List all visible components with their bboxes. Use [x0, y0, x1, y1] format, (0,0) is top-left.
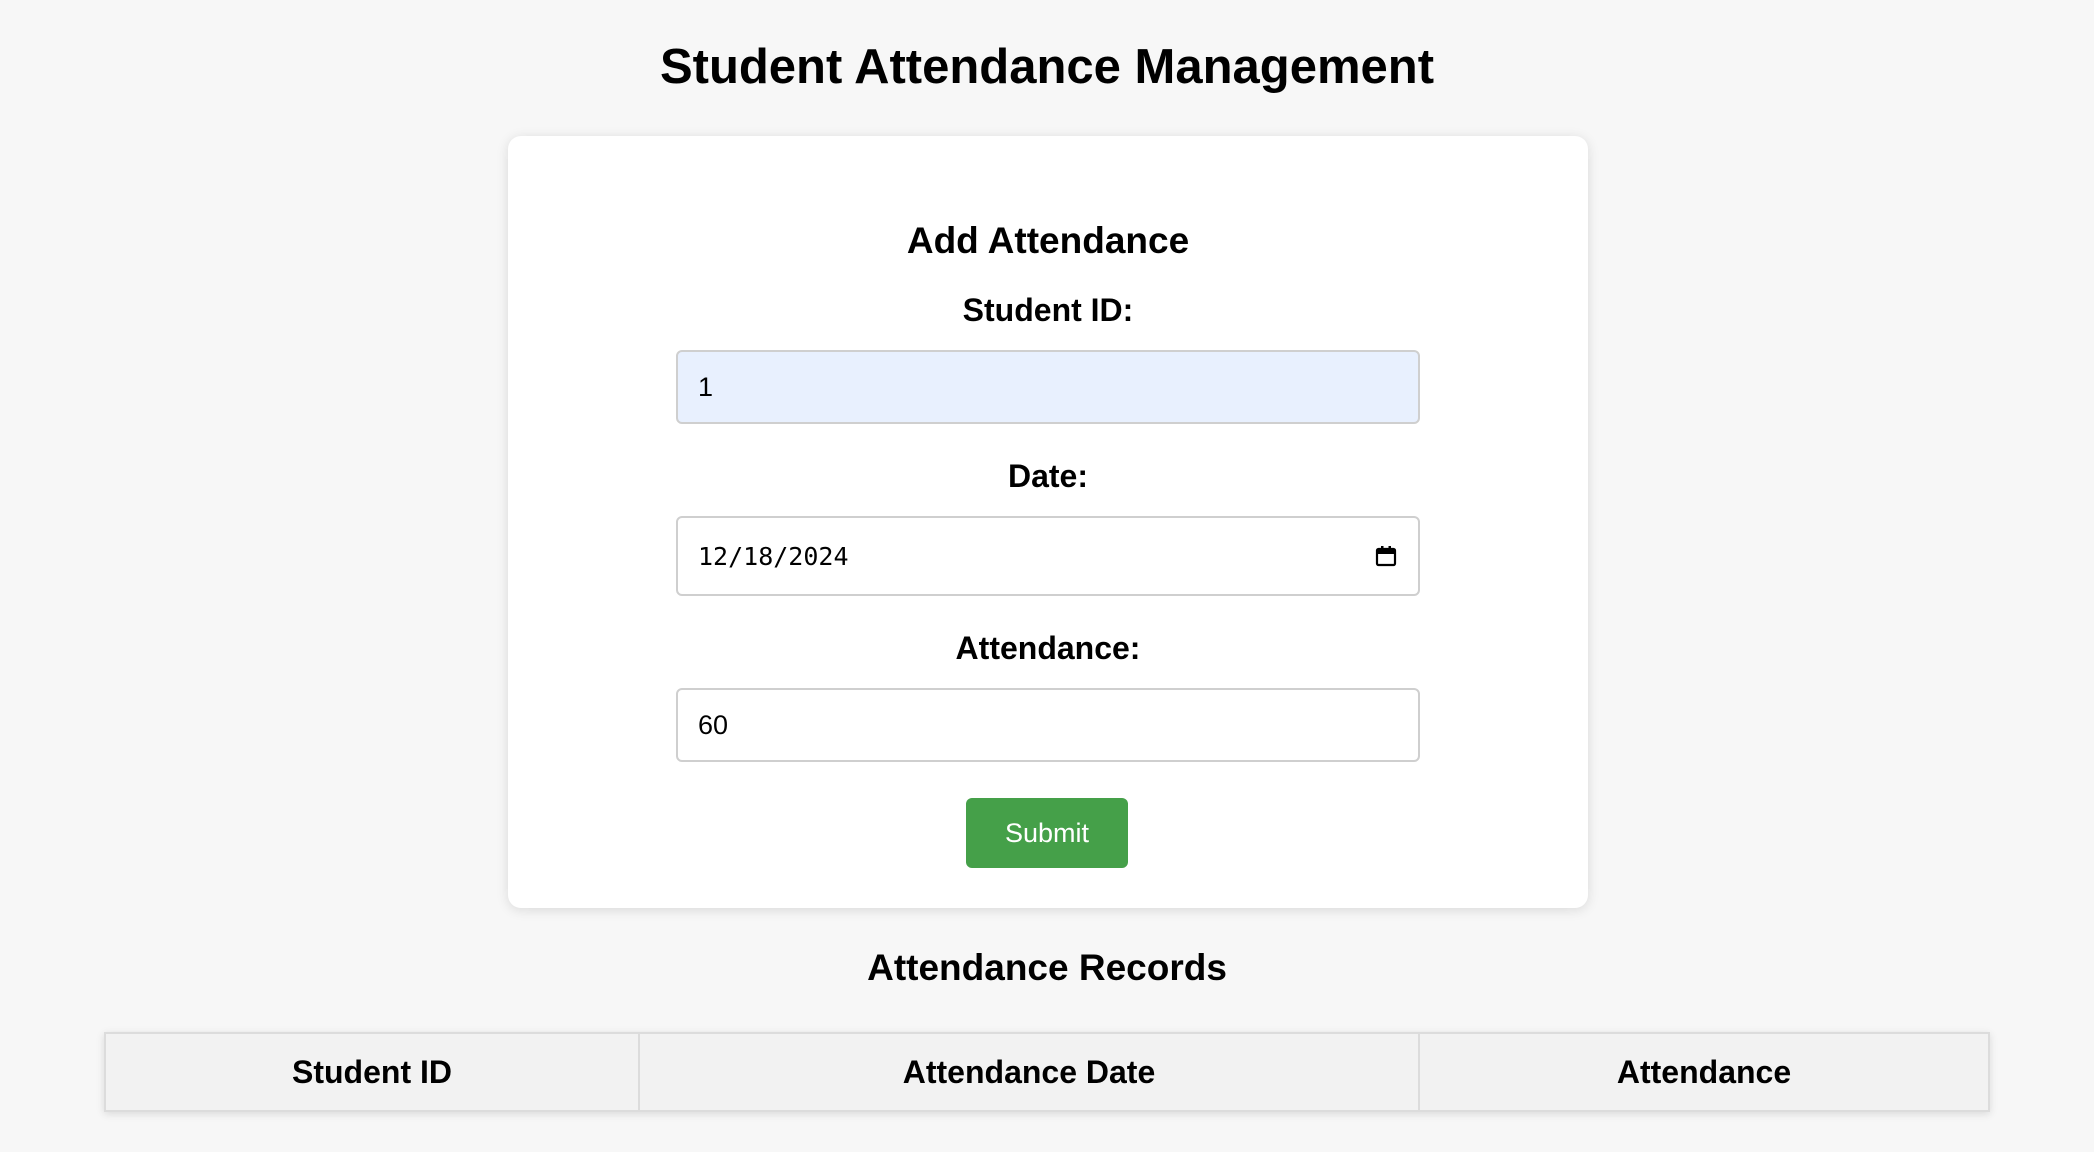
submit-button[interactable]: Submit	[966, 798, 1128, 868]
form-title: Add Attendance	[906, 220, 1190, 261]
attendance-label: Attendance:	[955, 630, 1141, 666]
column-header-attendance: Attendance	[1418, 1032, 1990, 1112]
calendar-icon[interactable]	[1374, 544, 1398, 568]
column-header-attendance-date: Attendance Date	[638, 1032, 1420, 1112]
date-value: 12/18/2024	[698, 541, 849, 571]
attendance-value: 60	[698, 709, 729, 740]
date-label: Date:	[1007, 458, 1088, 494]
attendance-records-table: Student ID Attendance Date Attendance	[104, 1032, 1990, 1112]
student-id-label: Student ID:	[962, 292, 1134, 328]
student-id-value: 1	[698, 371, 714, 402]
table-header-row: Student ID Attendance Date Attendance	[104, 1032, 1990, 1112]
add-attendance-form: Add Attendance Student ID: 1 Date: 12/18…	[508, 136, 1588, 908]
page-title: Student Attendance Management	[659, 40, 1435, 94]
attendance-input[interactable]: 60	[676, 688, 1420, 762]
student-id-input[interactable]: 1	[676, 350, 1420, 424]
records-title: Attendance Records	[867, 947, 1227, 988]
column-header-student-id: Student ID	[104, 1032, 640, 1112]
date-input[interactable]: 12/18/2024	[676, 516, 1420, 596]
